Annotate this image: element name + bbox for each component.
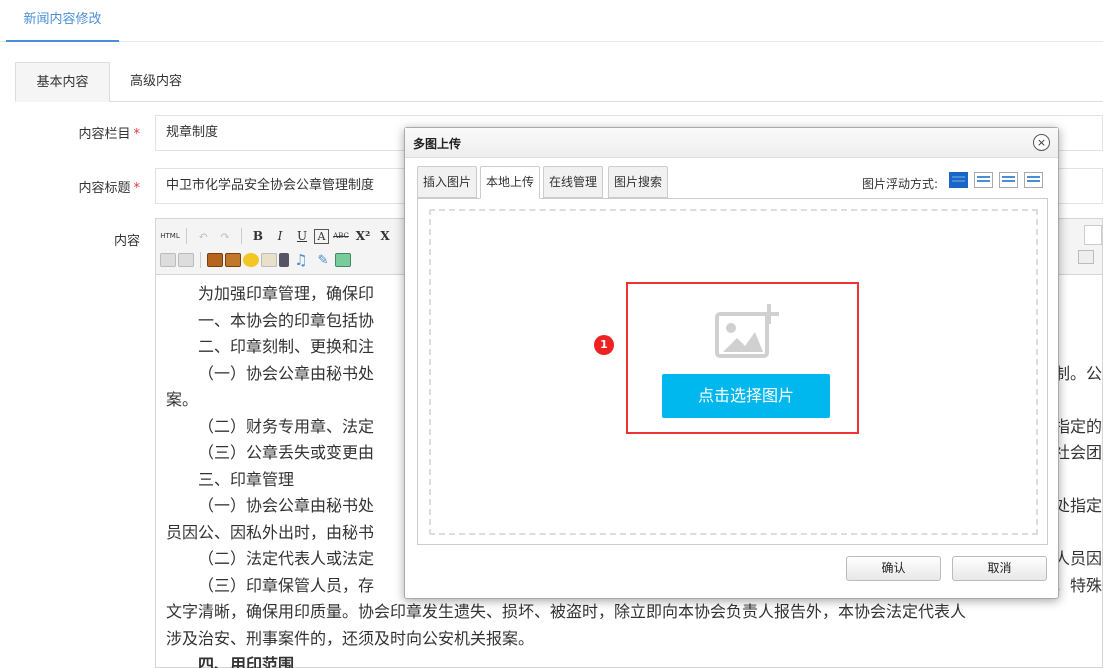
picture-placeholder-icon	[715, 304, 779, 358]
align-justify-icon[interactable]	[178, 253, 194, 267]
redo-button[interactable]: ↷	[215, 226, 235, 246]
category-label: 内容栏目 *	[78, 127, 140, 142]
toolbar-divider	[186, 228, 187, 244]
content-line: 四、用印范围	[198, 655, 295, 668]
float-right-icon[interactable]	[999, 172, 1018, 188]
content-line-tail: 人员因	[1054, 549, 1103, 568]
insert-image-icon[interactable]	[225, 253, 241, 267]
font-border-button[interactable]: A	[314, 228, 329, 244]
tab-advanced-content[interactable]: 高级内容	[111, 62, 201, 102]
bold-button[interactable]: B	[248, 226, 268, 246]
content-line-tail: 处指定	[1054, 496, 1103, 515]
emoji-icon[interactable]	[243, 253, 259, 267]
tab-local-upload[interactable]: 本地上传	[480, 166, 541, 199]
attachment-icon[interactable]: ✎	[313, 250, 333, 270]
float-none-icon[interactable]	[949, 172, 968, 188]
music-icon[interactable]: ♫	[291, 250, 311, 270]
content-sub-tabs: 基本内容 高级内容	[15, 62, 1103, 102]
content-line-tail: 指定的	[1054, 416, 1103, 436]
content-line: 文字清晰，确保用印质量。协会印章发生遗失、损坏、被盗时，除立即向本协会负责人报告…	[166, 602, 967, 621]
align-left-icon[interactable]	[160, 253, 176, 267]
subscript-button[interactable]: X	[375, 226, 395, 246]
choose-image-button[interactable]: 点击选择图片	[662, 374, 830, 418]
undo-button[interactable]: ↶	[193, 226, 213, 246]
tab-image-search[interactable]: 图片搜索	[608, 166, 669, 198]
title-label: 内容标题 *	[78, 181, 140, 196]
content-line-tail: ，特殊	[1054, 575, 1103, 595]
dialog-tabs: 插入图片 本地上传 在线管理 图片搜索 图片浮动方式:	[417, 166, 1047, 199]
toolbar-divider	[241, 228, 242, 244]
scrawl-icon[interactable]	[261, 253, 277, 267]
dialog-header: 多图上传 ×	[405, 128, 1058, 158]
cancel-button[interactable]: 取消	[952, 556, 1047, 581]
float-mode-options	[949, 172, 1043, 188]
confirm-button[interactable]: 确认	[846, 556, 941, 581]
multi-image-upload-dialog: 多图上传 × 插入图片 本地上传 在线管理 图片搜索 图片浮动方式: 1 点击选…	[404, 127, 1059, 599]
video-icon[interactable]	[279, 253, 289, 267]
tab-insert-image[interactable]: 插入图片	[417, 166, 478, 198]
strikethrough-button[interactable]: ABC	[331, 226, 351, 246]
step-marker: 1	[594, 335, 614, 355]
image-icon[interactable]	[207, 253, 223, 267]
drop-zone[interactable]: 1 点击选择图片	[429, 209, 1038, 535]
tab-online-manage[interactable]: 在线管理	[543, 166, 604, 198]
upload-panel: 1 点击选择图片	[417, 198, 1048, 545]
italic-button[interactable]: I	[270, 226, 290, 246]
toolbar-divider	[200, 252, 201, 268]
float-mode-label: 图片浮动方式:	[862, 177, 939, 191]
underline-button[interactable]: U	[292, 226, 312, 246]
close-icon[interactable]: ×	[1033, 134, 1050, 151]
content-line-tail: 制。公	[1054, 363, 1103, 383]
top-tab-bar: 新闻内容修改	[0, 0, 1103, 42]
content-line-tail: 社会团	[1054, 443, 1103, 462]
table-icon[interactable]	[1078, 250, 1094, 264]
highlight-box: 点击选择图片	[626, 282, 859, 434]
tab-news-edit[interactable]: 新闻内容修改	[6, 0, 119, 42]
float-center-icon[interactable]	[1024, 172, 1043, 188]
superscript-button[interactable]: X²	[353, 226, 373, 246]
html-source-button[interactable]: HTML	[160, 226, 180, 246]
float-left-icon[interactable]	[974, 172, 993, 188]
font-size-select[interactable]	[1084, 225, 1102, 245]
dialog-title: 多图上传	[413, 137, 462, 151]
content-line: 涉及治安、刑事案件的，还须及时向公安机关报案。	[166, 628, 535, 648]
content-label: 内容	[113, 234, 140, 249]
tab-basic-content[interactable]: 基本内容	[15, 62, 110, 102]
map-icon[interactable]	[335, 253, 351, 267]
